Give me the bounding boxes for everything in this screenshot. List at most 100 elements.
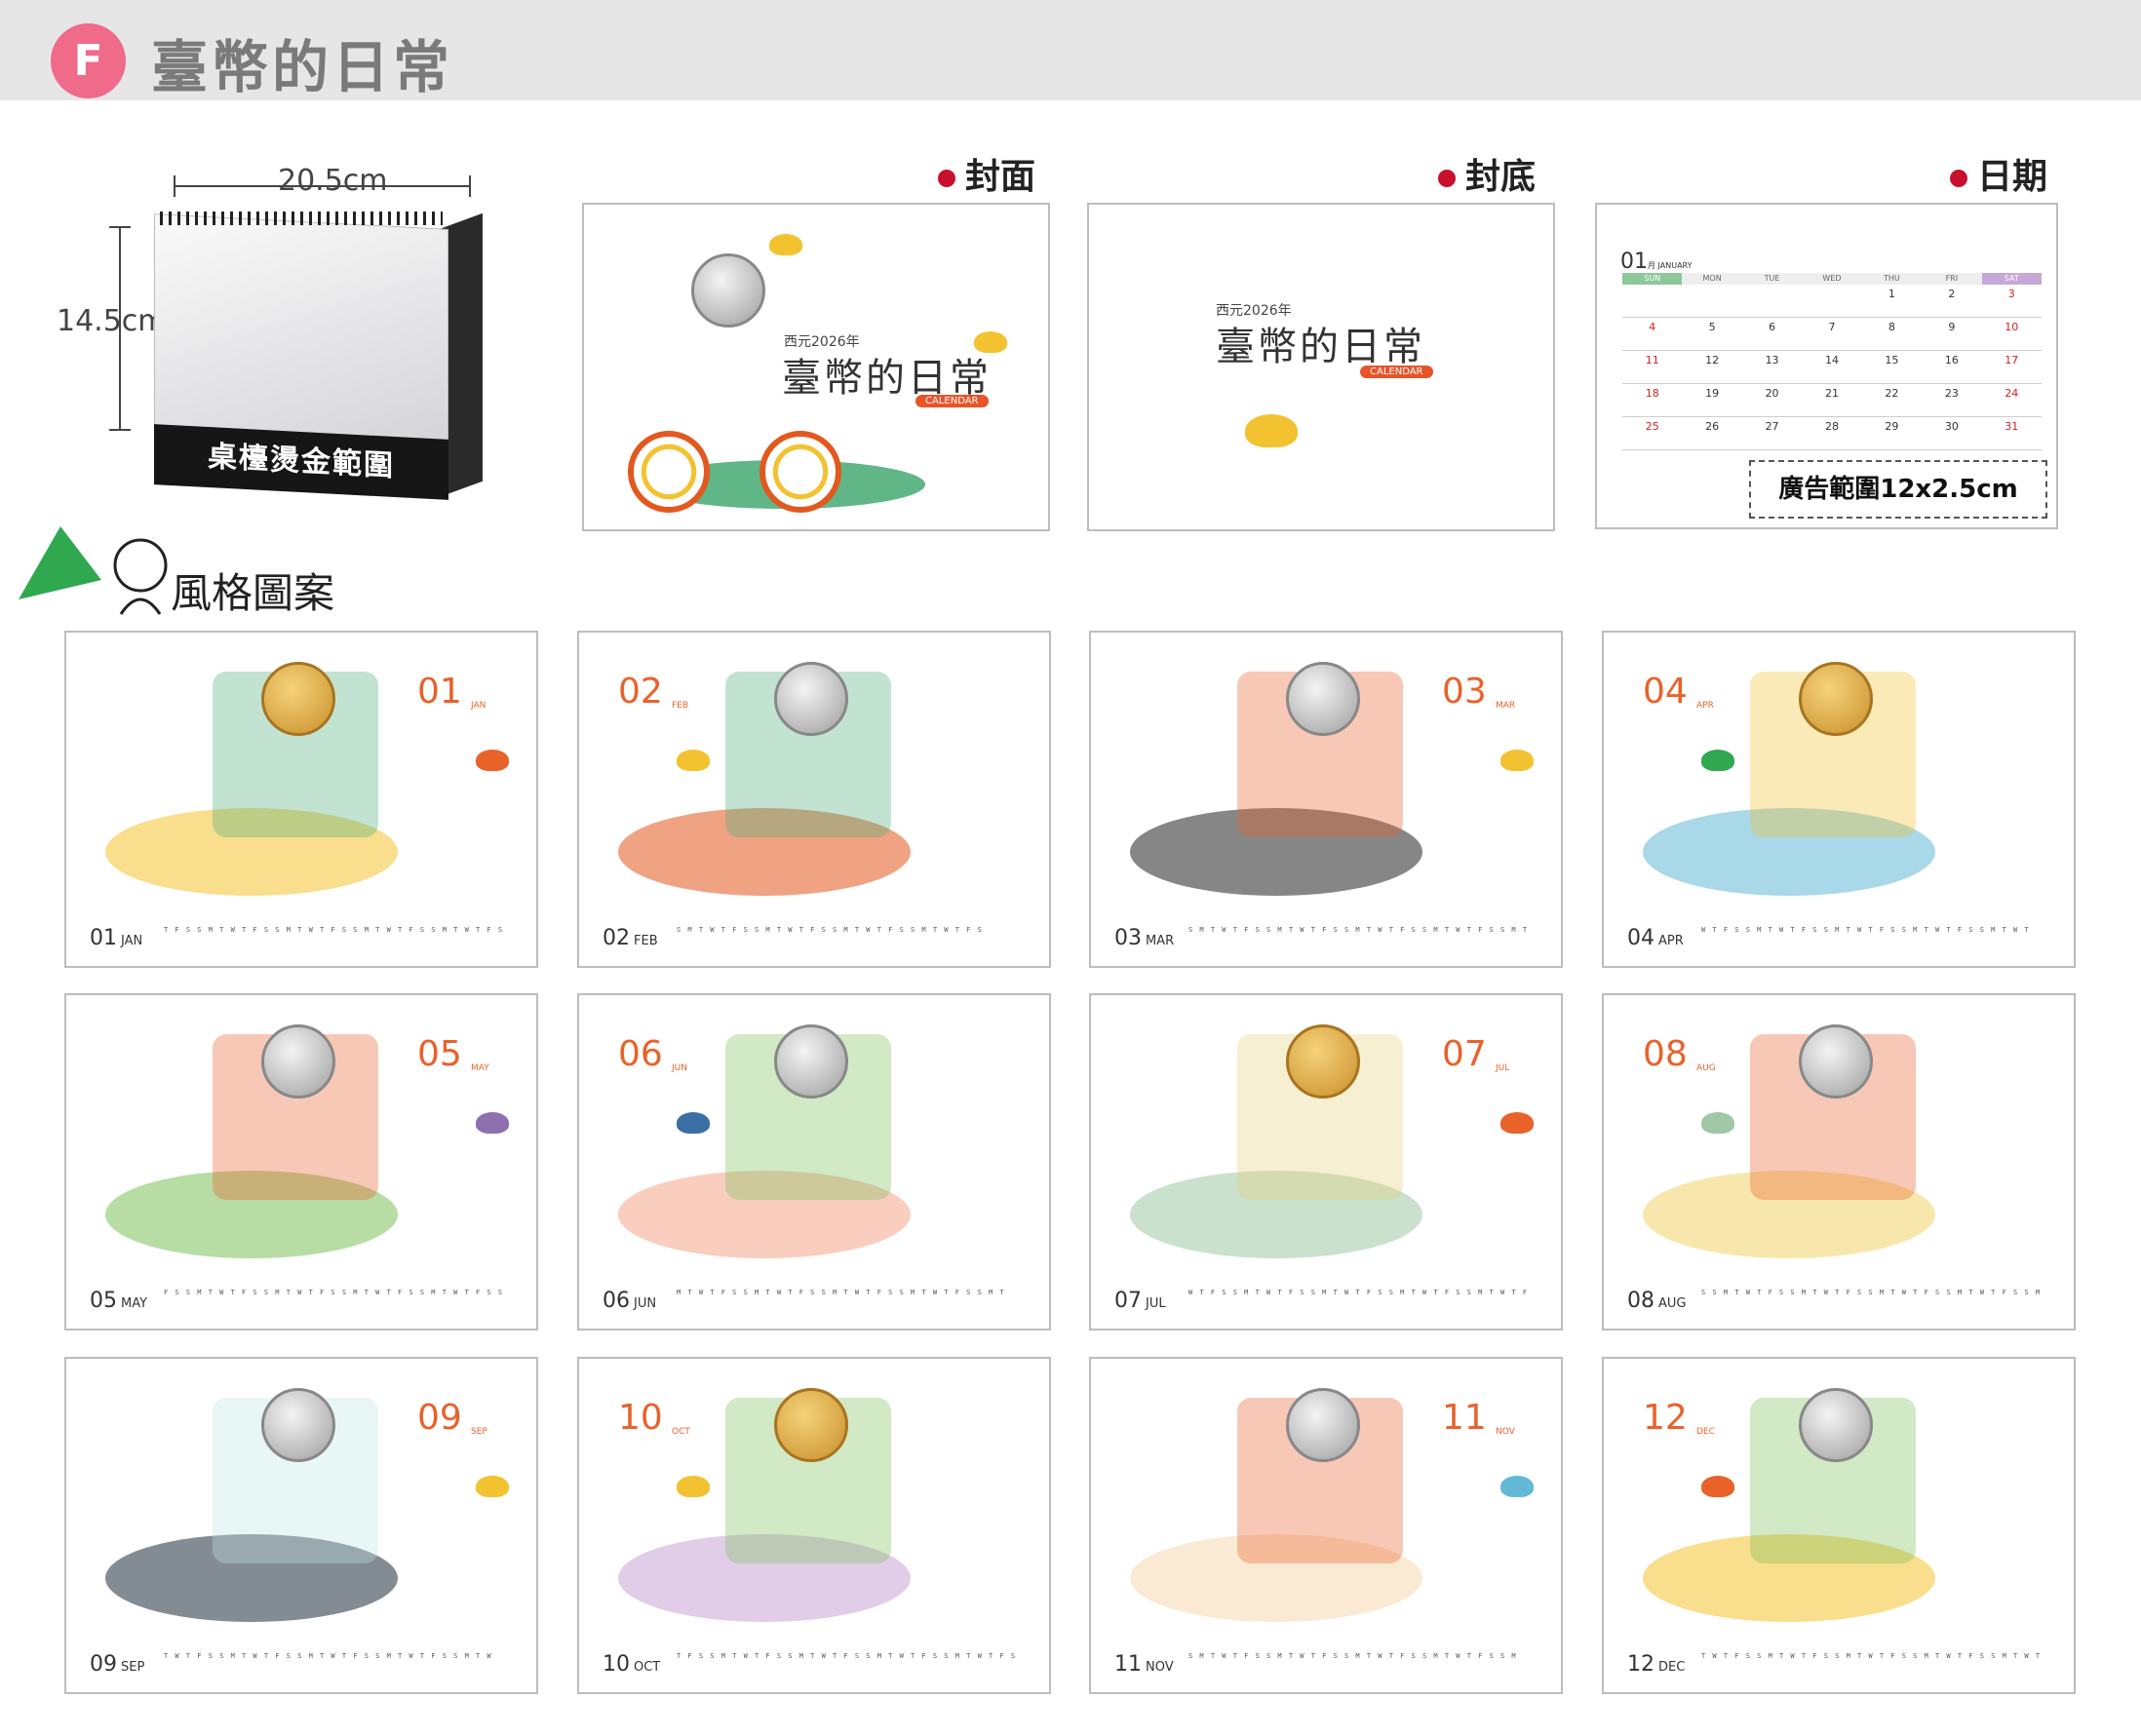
month-footer: 05 MAY [90,1289,148,1313]
bird-icon [1245,414,1298,447]
calendar-day: 20 [1741,384,1803,417]
style-section-title: 風格圖案 [171,569,335,617]
weekday-header: FRI [1922,273,1982,285]
day-strip: S M T W T F S S M T W T F S S M T W T F … [1188,1652,1518,1660]
month-panel: 02 FEB 02 FEB S M T W T F S S M T W T F S S … [577,631,1051,968]
day-strip: M T W T F S S M T W T F S S M T W T F S … [677,1289,1006,1296]
bird-icon [1500,1476,1534,1497]
month-number: 07 [1442,1034,1487,1074]
calendar-day: 12 [1682,351,1742,384]
calendar-day: 27 [1741,417,1803,450]
month-number: 04 [1643,672,1688,712]
bullet-dot-icon [938,170,955,187]
desk-calendar-illustration: 桌檯燙金範圍 [146,210,483,500]
day-strip: T W T F S S M T W T F S S M T W T F S S … [164,1652,493,1660]
spiral-binding [160,212,443,225]
day-strip: F S S M T W T F S S M T W T F S S M T W … [164,1289,504,1296]
month-footer: 06 JUN [603,1289,657,1313]
calendar-day: 10 [1981,318,2042,351]
month-panel: 12 DEC 12 DEC T W T F S S M T W T F S S M T … [1602,1357,2076,1694]
coin-illustration [1799,1024,1873,1099]
coin-head-illustration [691,253,765,328]
calendar-day: 14 [1802,351,1862,384]
coin-illustration [1286,1024,1360,1099]
month-footer: 09 SEP [90,1652,145,1677]
month-footer: 07 JUL [1114,1289,1166,1313]
month-footer: 03 MAR [1114,926,1175,950]
month-abbr: NOV [1496,1427,1515,1437]
month-number: 03 [1442,672,1487,712]
calendar-day [1682,285,1742,318]
month-footer: 10 OCT [603,1652,661,1677]
calendar-day: 22 [1861,384,1923,417]
calendar-day: 4 [1622,318,1683,351]
bird-icon [1701,750,1734,771]
day-strip: S M T W T F S S M T W T F S S M T W T F … [1188,926,1529,934]
coin-illustration [1799,1388,1873,1462]
month-number: 02 [618,672,663,712]
cover-panel: 西元2026年 臺幣的日常 CALENDAR [582,203,1050,531]
month-panel: 07 JUL 07 JUL W T F S S M T W T F S S M T W … [1089,993,1563,1331]
header-bar: F 臺幣的日常 [0,0,2141,100]
bicycle-wheel [628,431,710,513]
calendar-day [1622,285,1683,318]
weekday-header: THU [1861,273,1923,285]
calendar-day: 7 [1802,318,1862,351]
day-strip: T F S S M T W T F S S M T W T F S S M T … [164,926,504,934]
cover-label: 封面 [938,148,1035,199]
bird-icon [677,1476,710,1497]
month-abbr: MAY [471,1063,489,1073]
month-panel: 04 APR 04 APR W T F S S M T W T F S S M T W … [1602,631,2076,968]
calendar-day: 28 [1802,417,1862,450]
bird-icon [1500,750,1534,771]
section-badge: F [51,23,126,98]
ad-area-box: 廣告範圍12x2.5cm [1749,460,2047,519]
calendar-day: 17 [1981,351,2042,384]
calendar-day: 13 [1741,351,1803,384]
style-section-logo-icon [19,526,168,615]
month-number: 08 [1643,1034,1688,1074]
month-panel: 08 AUG 08 AUG S S M T W T F S S M T W T F S … [1602,993,2076,1331]
month-number: 09 [417,1398,462,1438]
calendar-day: 21 [1802,384,1862,417]
calendar-day: 2 [1922,285,1982,318]
month-footer: 12 DEC [1627,1652,1686,1677]
month-panel: 01 JAN 01 JAN T F S S M T W T F S S M T W T … [64,631,538,968]
day-strip: T F S S M T W T F S S M T W T F S S M T … [677,1652,1017,1660]
day-strip: W T F S S M T W T F S S M T W T F S S M … [1701,926,2031,934]
calendar-day [1741,285,1803,318]
month-abbr: JAN [471,701,487,711]
month-abbr: MAR [1496,701,1516,711]
back-label: 封底 [1438,148,1536,199]
month-abbr: JUN [672,1063,687,1073]
month-panel: 11 NOV 11 NOV S M T W T F S S M T W T F S S … [1089,1357,1563,1694]
month-panel: 03 MAR 03 MAR S M T W T F S S M T W T F S S … [1089,631,1563,968]
coin-illustration [1799,662,1873,736]
day-strip: T W T F S S M T W T F S S M T W T F S S … [1701,1652,2042,1660]
calendar-day: 31 [1981,417,2042,450]
calendar-day: 18 [1622,384,1683,417]
bird-icon [476,750,509,771]
calendar-day: 6 [1741,318,1803,351]
month-footer: 04 APR [1627,926,1684,950]
coin-illustration [774,662,848,736]
coin-illustration [774,1024,848,1099]
calendar-day: 8 [1861,318,1923,351]
calendar-day: 15 [1861,351,1923,384]
month-abbr: AUG [1696,1063,1716,1073]
coin-illustration [774,1388,848,1462]
back-title: 臺幣的日常 [1216,325,1425,369]
month-number: 01 [417,672,462,712]
day-strip: W T F S S M T W T F S S M T W T F S S M … [1188,1289,1529,1296]
coin-illustration [261,1024,335,1099]
coin-illustration [261,1388,335,1462]
coin-illustration [261,662,335,736]
weekday-header: WED [1802,273,1862,285]
weekday-header: SUN [1622,273,1683,285]
page-title: 臺幣的日常 [151,34,454,100]
day-strip: S S M T W T F S S M T W T F S S M T W T … [1701,1289,2042,1296]
bird-icon [476,1476,509,1497]
month-number: 12 [1643,1398,1688,1438]
month-panel: 05 MAY 05 MAY F S S M T W T F S S M T W T F … [64,993,538,1331]
width-label: 20.5cm [278,164,388,198]
